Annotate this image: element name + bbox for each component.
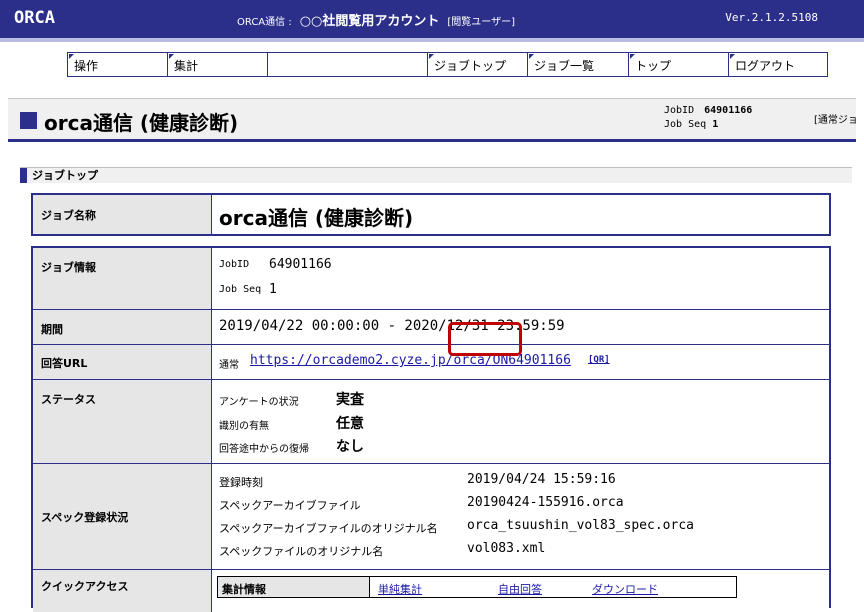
- status-value: 実査: [336, 392, 364, 408]
- main-menu: 操作 集計 ジョブトップ ジョブ一覧 トップ ログアウト: [67, 52, 828, 77]
- row-spec: スペック登録状況 登録時刻 2019/04/24 15:59:16 スペックアー…: [33, 464, 829, 570]
- title-job-info: JobID 64901166 Job Seq 1: [664, 105, 753, 130]
- download-link[interactable]: ダウンロード: [592, 583, 658, 596]
- row-answer-url: 回答URL 通常 https://orcademo2.cyze.jp/orca/…: [33, 345, 829, 380]
- job-type-label: [通常ジョ: [814, 115, 858, 126]
- quick-access-box: 集計情報 単純集計 自由回答 ダウンロード: [217, 576, 737, 598]
- section-heading: ジョブトップ: [20, 167, 852, 183]
- menu-item-job-top[interactable]: ジョブトップ: [428, 53, 528, 76]
- spec-label: スペック登録状況: [33, 464, 212, 569]
- job-name-table: ジョブ名称 orca通信 (健康診断): [31, 193, 831, 236]
- job-seq-value: 1: [269, 282, 277, 297]
- menu-corner-icon: [429, 54, 434, 59]
- version-label: Ver.2.1.2.5108: [725, 11, 818, 24]
- orca-logo[interactable]: ORCA: [14, 8, 55, 28]
- menu-corner-icon: [630, 54, 635, 59]
- menu-item-aggregate[interactable]: 集計: [168, 53, 268, 76]
- job-info-label: ジョブ情報: [33, 248, 212, 309]
- answer-url-label: 回答URL: [33, 345, 212, 379]
- row-job-info: ジョブ情報 JobID 64901166 Job Seq 1: [33, 248, 829, 310]
- row-period: 期間 2019/04/22 00:00:00 - 2020/12/31 23:5…: [33, 310, 829, 345]
- row-quick-access: クイックアクセス 集計情報 単純集計 自由回答 ダウンロード: [33, 570, 829, 612]
- job-name-value: orca通信 (健康診断): [219, 206, 414, 230]
- top-header: ORCA ORCA通信 : ○○社閲覧用アカウント [閲覧ユーザー] Ver.2…: [0, 0, 864, 38]
- job-title-panel: orca通信 (健康診断) JobID 64901166 Job Seq 1 [通…: [8, 98, 858, 142]
- menu-item-job-list[interactable]: ジョブ一覧: [528, 53, 629, 76]
- menu-item-top[interactable]: トップ: [629, 53, 729, 76]
- job-info-table: ジョブ情報 JobID 64901166 Job Seq 1 期間 2019/0…: [31, 246, 831, 612]
- menu-item-operation[interactable]: 操作: [68, 53, 168, 76]
- user-role: [閲覧ユーザー]: [447, 17, 515, 28]
- spec-value: 20190424-155916.orca: [467, 495, 624, 510]
- job-id-value: 64901166: [269, 257, 332, 272]
- header-divider: [0, 38, 864, 42]
- simple-tabulation-link[interactable]: 単純集計: [378, 583, 422, 596]
- menu-item-logout[interactable]: ログアウト: [729, 53, 827, 76]
- menu-corner-icon: [69, 54, 74, 59]
- qr-link[interactable]: [QR]: [588, 355, 610, 365]
- menu-corner-icon: [730, 54, 735, 59]
- period-label: 期間: [33, 310, 212, 344]
- row-status: ステータス アンケートの状況 実査 識別の有無 任意 回答途中からの復帰 なし: [33, 380, 829, 464]
- status-label: ステータス: [33, 380, 212, 463]
- status-value: 任意: [336, 416, 364, 432]
- free-answer-link[interactable]: 自由回答: [498, 583, 542, 596]
- page-title: orca通信 (健康診断): [44, 111, 239, 135]
- highlight-box: [448, 322, 522, 356]
- answer-url-link[interactable]: https://orcademo2.cyze.jp/orca/ON6490116…: [250, 353, 571, 368]
- menu-item-empty: [268, 53, 428, 76]
- spec-value: orca_tsuushin_vol83_spec.orca: [467, 518, 694, 533]
- account-name: ○○社閲覧用アカウント: [299, 14, 440, 29]
- menu-corner-icon: [169, 54, 174, 59]
- status-value: なし: [336, 439, 364, 455]
- account-info: ORCA通信 : ○○社閲覧用アカウント [閲覧ユーザー]: [237, 10, 515, 29]
- spec-value: 2019/04/24 15:59:16: [467, 472, 616, 487]
- menu-corner-icon: [529, 54, 534, 59]
- quick-access-label: クイックアクセス: [33, 570, 212, 612]
- aggregate-info-label: 集計情報: [218, 577, 370, 597]
- title-square-icon: [20, 112, 37, 129]
- job-name-label: ジョブ名称: [33, 195, 212, 234]
- section-bar-icon: [20, 168, 27, 183]
- spec-value: vol083.xml: [467, 541, 546, 556]
- service-label: ORCA通信 :: [237, 17, 292, 28]
